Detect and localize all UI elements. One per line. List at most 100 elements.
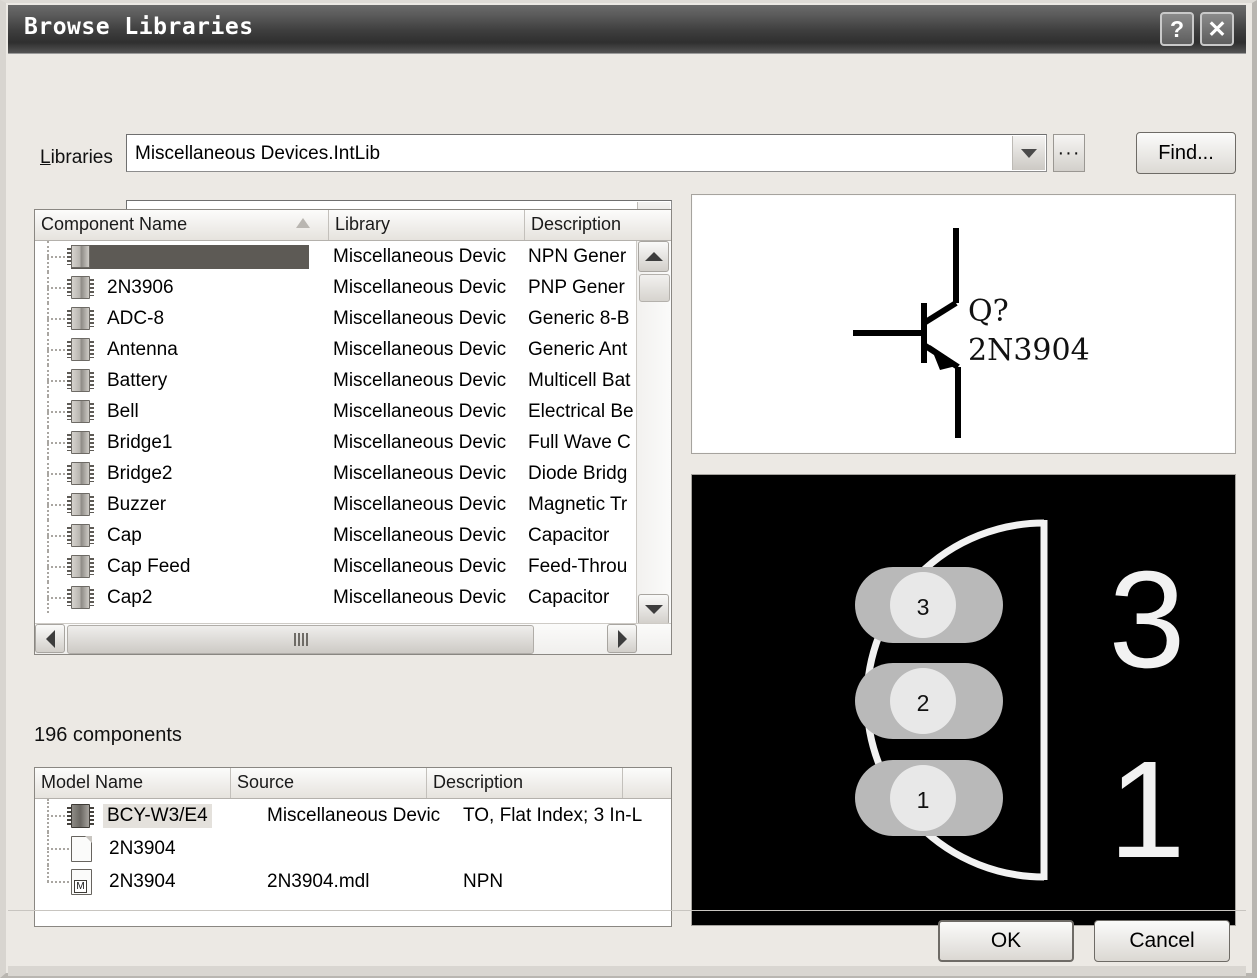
component-name: Antenna	[103, 338, 182, 362]
component-name: 2N3906	[103, 276, 178, 300]
find-button[interactable]: Find...	[1136, 132, 1236, 174]
component-description: Generic 8-B	[528, 308, 629, 330]
component-icon	[71, 524, 90, 547]
model-source: 2N3904.mdl	[267, 871, 369, 893]
list-item[interactable]: M 2N3904 2N3904.mdl NPN	[35, 865, 671, 898]
component-icon	[71, 245, 90, 268]
table-row[interactable]: Cap2 Miscellaneous Devic Capacitor	[35, 582, 637, 613]
footer-divider	[8, 910, 1246, 911]
window-title: Browse Libraries	[24, 14, 254, 40]
list-item[interactable]: BCY-W3/E4 Miscellaneous Devic TO, Flat I…	[35, 799, 671, 832]
component-library: Miscellaneous Devic	[333, 525, 506, 547]
table-row[interactable]: Bridge2 Miscellaneous Devic Diode Bridg	[35, 458, 637, 489]
page-icon	[71, 836, 92, 862]
component-icon	[71, 400, 90, 423]
designator-text: Q?	[968, 294, 1009, 329]
sort-ascending-icon	[296, 218, 310, 228]
vertical-scrollbar-thumb[interactable]	[639, 274, 670, 302]
table-row[interactable]: Cap Feed Miscellaneous Devic Feed-Throu	[35, 551, 637, 582]
silkscreen-text: 1	[1109, 733, 1186, 887]
simulation-model-icon: M	[71, 869, 92, 895]
component-description: Capacitor	[528, 525, 609, 547]
component-description: Feed-Throu	[528, 556, 627, 578]
component-library: Miscellaneous Devic	[333, 370, 506, 392]
component-description: Capacitor	[528, 587, 609, 609]
column-header-description[interactable]: Description	[525, 210, 635, 240]
chevron-up-icon[interactable]	[638, 241, 669, 272]
component-icon	[71, 276, 90, 299]
table-row[interactable]: Buzzer Miscellaneous Devic Magnetic Tr	[35, 489, 637, 520]
column-header-library[interactable]: Library	[329, 210, 525, 240]
column-header-component-name[interactable]: Component Name	[35, 210, 329, 240]
chevron-down-icon[interactable]	[638, 594, 669, 625]
table-row[interactable]: Bridge1 Miscellaneous Devic Full Wave C	[35, 427, 637, 458]
window-bottom-strip	[8, 966, 1246, 976]
component-list-horizontal-scrollbar[interactable]	[35, 623, 671, 654]
footprint-chip-icon	[71, 804, 90, 828]
component-icon	[71, 431, 90, 454]
libraries-browse-button[interactable]: ···	[1053, 134, 1085, 172]
dialog-content: Libraries Miscellaneous Devices.IntLib ·…	[8, 54, 1246, 966]
component-icon	[71, 555, 90, 578]
component-library: Miscellaneous Devic	[333, 246, 506, 268]
libraries-value: Miscellaneous Devices.IntLib	[135, 143, 380, 165]
pcb-footprint-preview: 3 2 1 3 1	[691, 474, 1236, 926]
component-library: Miscellaneous Devic	[333, 556, 506, 578]
pad-label: 2	[917, 690, 930, 716]
footprint-graphic: 3 2 1 3 1	[692, 475, 1235, 925]
horizontal-scrollbar-thumb[interactable]	[67, 625, 534, 654]
table-row[interactable]: 2N3904 Miscellaneous Devic NPN Gener	[35, 241, 637, 272]
component-library: Miscellaneous Devic	[333, 401, 506, 423]
column-header-description[interactable]: Description	[427, 768, 623, 798]
pad-label: 3	[917, 594, 930, 620]
component-description: Multicell Bat	[528, 370, 630, 392]
component-icon	[71, 493, 90, 516]
model-name: BCY-W3/E4	[103, 804, 212, 828]
column-header-model-name[interactable]: Model Name	[35, 768, 231, 798]
component-name: Bell	[103, 400, 143, 424]
model-list-header: Model Name Source Description	[35, 768, 671, 799]
model-list-rows: BCY-W3/E4 Miscellaneous Devic TO, Flat I…	[35, 799, 671, 898]
component-name: Bridge1	[103, 431, 177, 455]
model-description: TO, Flat Index; 3 In-L	[463, 805, 642, 827]
help-button[interactable]: ?	[1160, 12, 1194, 46]
table-row[interactable]: Antenna Miscellaneous Devic Generic Ant	[35, 334, 637, 365]
table-row[interactable]: Bell Miscellaneous Devic Electrical Be	[35, 396, 637, 427]
component-list-vertical-scrollbar[interactable]	[636, 241, 671, 625]
browse-libraries-dialog: Browse Libraries ? ✕ Libraries Miscellan…	[0, 0, 1257, 978]
chevron-left-icon[interactable]	[35, 624, 65, 653]
component-name: Cap	[103, 524, 146, 548]
ok-button[interactable]: OK	[938, 920, 1074, 962]
component-name: ADC-8	[103, 307, 168, 331]
model-name: 2N3904	[105, 837, 180, 861]
component-library: Miscellaneous Devic	[333, 587, 506, 609]
component-icon	[71, 462, 90, 485]
title-bar: Browse Libraries ? ✕	[8, 5, 1246, 54]
component-name: Buzzer	[103, 493, 170, 517]
table-row[interactable]: ADC-8 Miscellaneous Devic Generic 8-B	[35, 303, 637, 334]
component-count-label: 196 components	[34, 724, 182, 747]
component-name: Cap Feed	[103, 555, 194, 579]
component-name: Cap2	[103, 586, 156, 610]
table-row[interactable]: Battery Miscellaneous Devic Multicell Ba…	[35, 365, 637, 396]
libraries-combobox[interactable]: Miscellaneous Devices.IntLib	[126, 134, 1047, 172]
component-description: Electrical Be	[528, 401, 634, 423]
chevron-right-icon[interactable]	[607, 624, 637, 653]
component-name: Bridge2	[103, 462, 177, 486]
model-list-panel: Model Name Source Description BCY-W3/E4 …	[34, 767, 672, 927]
close-button[interactable]: ✕	[1200, 12, 1234, 46]
component-description: Full Wave C	[528, 432, 631, 454]
table-row[interactable]: Cap Miscellaneous Devic Capacitor	[35, 520, 637, 551]
npn-transistor-symbol: Q? 2N3904	[692, 195, 1235, 453]
table-row[interactable]: 2N3906 Miscellaneous Devic PNP Gener	[35, 272, 637, 303]
model-name: 2N3904	[105, 870, 180, 894]
component-library: Miscellaneous Devic	[333, 339, 506, 361]
list-item[interactable]: 2N3904	[35, 832, 671, 865]
chevron-down-icon[interactable]	[1012, 136, 1045, 170]
cancel-button[interactable]: Cancel	[1094, 920, 1230, 962]
silkscreen-text: 3	[1109, 543, 1186, 697]
column-header-source[interactable]: Source	[231, 768, 427, 798]
component-list-panel: Component Name Library Description 2N390…	[34, 209, 672, 655]
component-library: Miscellaneous Devic	[333, 308, 506, 330]
component-name: Battery	[103, 369, 171, 393]
